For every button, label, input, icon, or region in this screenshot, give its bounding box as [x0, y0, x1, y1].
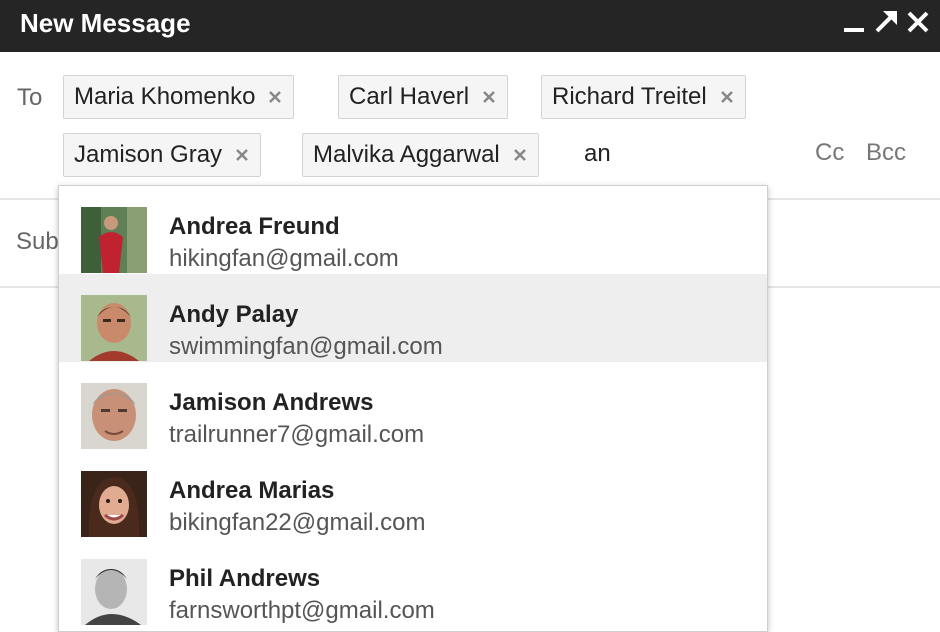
close-icon[interactable] — [904, 6, 932, 40]
autocomplete-item[interactable]: Andrea Marias bikingfan22@gmail.com — [59, 450, 767, 538]
window-title: New Message — [20, 8, 191, 38]
recipient-chip[interactable]: Maria Khomenko — [63, 75, 295, 119]
contact-name: Andrea Freund — [169, 213, 340, 240]
contact-email: farnsworthpt@gmail.com — [169, 597, 435, 624]
recipient-chip[interactable]: Malvika Aggarwal — [302, 133, 539, 177]
remove-recipient-icon[interactable] — [234, 147, 250, 163]
contact-email: trailrunner7@gmail.com — [169, 421, 425, 448]
cc-link[interactable]: Cc — [815, 139, 844, 167]
autocomplete-item[interactable]: Phil Andrews farnsworthpt@gmail.com — [59, 538, 767, 626]
minimize-icon[interactable] — [840, 6, 868, 40]
to-input[interactable]: an — [584, 140, 611, 168]
autocomplete-item[interactable]: Jamison Andrews trailrunner7@gmail.com — [59, 362, 767, 450]
recipient-chip-label: Richard Treitel — [552, 83, 707, 110]
remove-recipient-icon[interactable] — [481, 89, 497, 105]
autocomplete-item[interactable]: Andrea Freund hikingfan@gmail.com — [59, 186, 767, 274]
contact-name: Phil Andrews — [169, 565, 321, 592]
bcc-link[interactable]: Bcc — [866, 139, 906, 167]
contact-email: bikingfan22@gmail.com — [169, 509, 426, 536]
remove-recipient-icon[interactable] — [267, 89, 283, 105]
avatar — [81, 559, 147, 625]
remove-recipient-icon[interactable] — [719, 89, 735, 105]
to-label: To — [17, 84, 43, 111]
recipient-chip-label: Carl Haverl — [349, 83, 470, 110]
avatar — [81, 295, 147, 361]
remove-recipient-icon[interactable] — [512, 147, 528, 163]
recipient-chip[interactable]: Jamison Gray — [63, 133, 262, 177]
avatar — [81, 207, 147, 273]
avatar — [81, 383, 147, 449]
autocomplete-dropdown: Andrea Freund hikingfan@gmail.com Andy P… — [58, 185, 768, 632]
contact-name: Andrea Marias — [169, 477, 335, 504]
recipient-chip-label: Jamison Gray — [74, 141, 223, 168]
pop-out-icon[interactable] — [872, 6, 900, 40]
contact-email: swimmingfan@gmail.com — [169, 333, 443, 360]
recipient-chip-label: Maria Khomenko — [74, 83, 256, 110]
recipient-chip[interactable]: Richard Treitel — [541, 75, 746, 119]
contact-name: Andy Palay — [169, 301, 299, 328]
contact-email: hikingfan@gmail.com — [169, 245, 399, 272]
recipient-chip[interactable]: Carl Haverl — [338, 75, 509, 119]
recipient-chip-label: Malvika Aggarwal — [313, 141, 500, 168]
contact-name: Jamison Andrews — [169, 389, 374, 416]
avatar — [81, 471, 147, 537]
title-bar: New Message — [0, 0, 940, 52]
window-controls — [840, 6, 932, 40]
autocomplete-item[interactable]: Andy Palay swimmingfan@gmail.com — [59, 274, 767, 362]
subject-field[interactable]: Sub — [16, 228, 59, 256]
